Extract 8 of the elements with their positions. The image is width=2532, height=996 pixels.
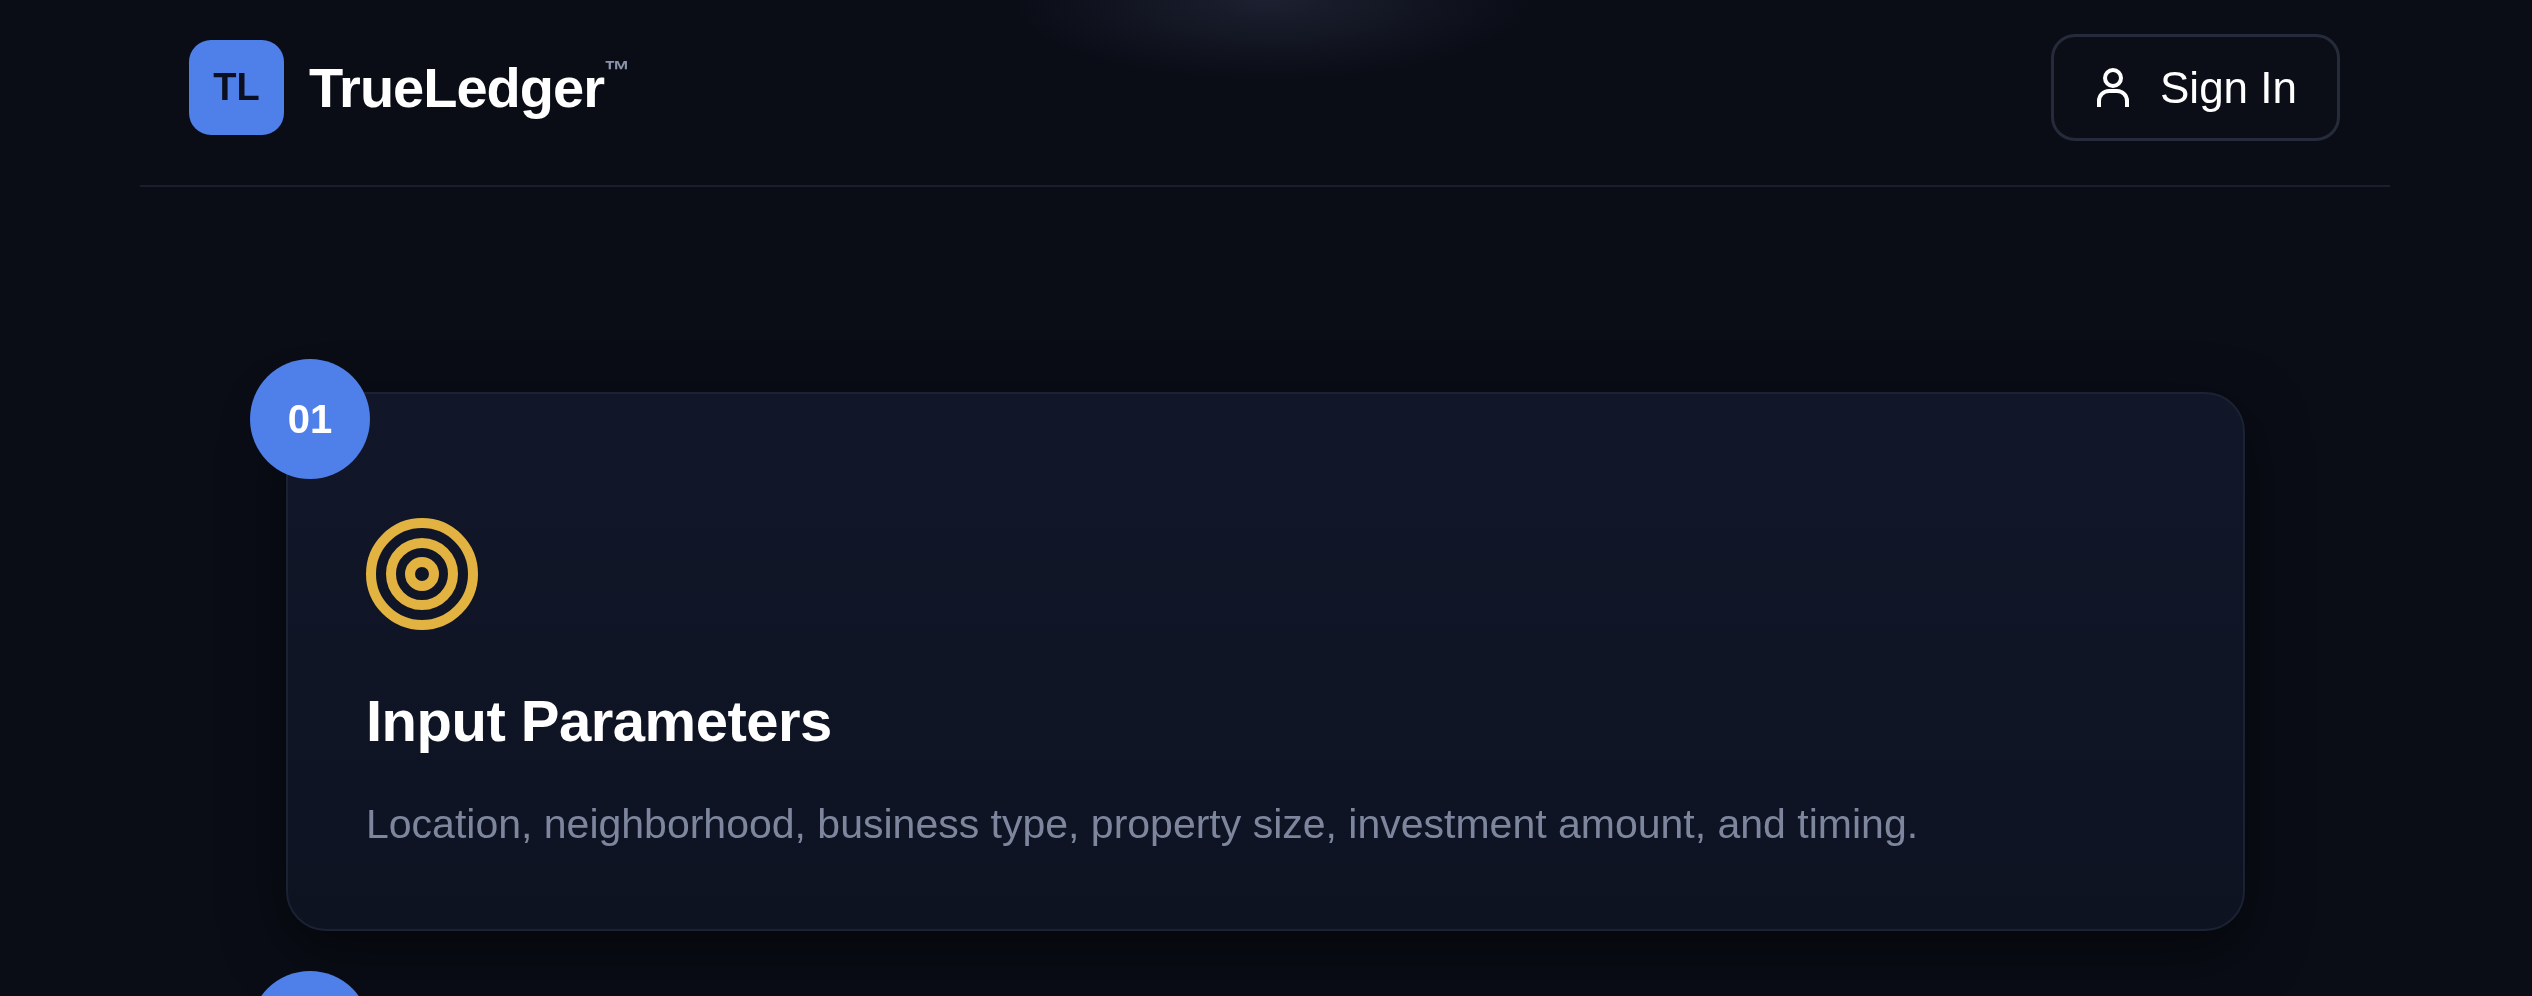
step-number: 01 [250,359,370,479]
step-description: Location, neighborhood, business type, property size, investment amount, and timing. [366,799,1920,849]
brand-name[interactable]: TrueLedger [309,56,604,119]
logo-icon[interactable]: TL [189,40,284,135]
target-icon [366,518,478,630]
user-icon [2096,67,2130,108]
step-title: Input Parameters [366,687,833,755]
sign-in-button[interactable]: Sign In [2051,34,2340,141]
